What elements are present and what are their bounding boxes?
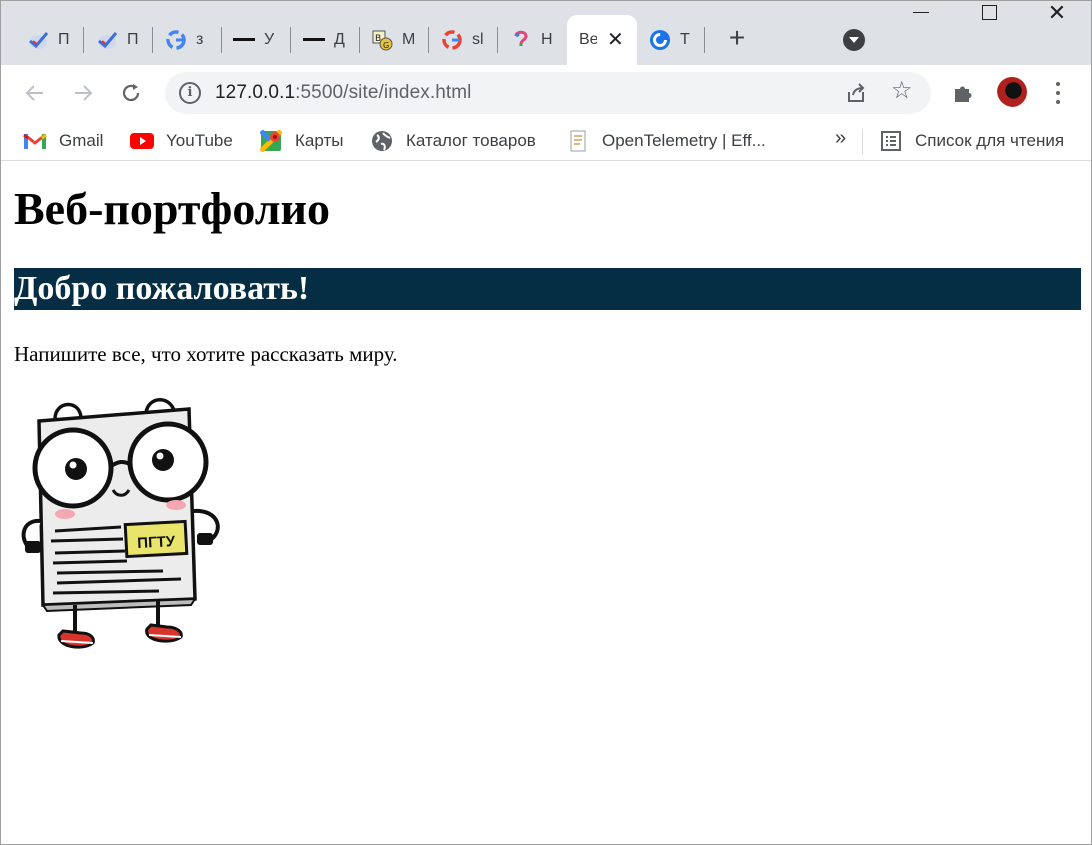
tab-5[interactable]: Д [291, 15, 353, 65]
close-icon: ✕ [1047, 0, 1067, 25]
bookmarks-separator [862, 129, 863, 155]
tab-title: Д [334, 31, 345, 48]
minimize-icon [913, 11, 929, 13]
tab-8[interactable]: Н [498, 15, 560, 65]
svg-text:G: G [383, 41, 389, 50]
checkmark-icon [27, 29, 49, 51]
bookmark-label: Карты [295, 131, 344, 150]
tab-separator [704, 27, 705, 53]
page-title: Веб-портфолио [14, 183, 331, 234]
maximize-icon [981, 4, 997, 20]
page-icon [566, 129, 590, 153]
c-logo-icon [649, 29, 671, 51]
tab-3[interactable]: з [153, 15, 215, 65]
dictionary-icon: BG [371, 29, 393, 51]
browser-window: П П з У Д B G М sl Н Ве ✕ Т + ✕ i 127.0.… [0, 0, 1092, 845]
welcome-banner: Добро пожаловать! [14, 268, 1081, 310]
youtube-icon [130, 129, 154, 153]
bookmark-star-icon[interactable]: ☆ [891, 79, 913, 103]
tab-1[interactable]: П [15, 15, 77, 65]
tab-active[interactable]: Ве ✕ [567, 15, 637, 65]
tab-title: Т [680, 31, 690, 48]
tab-4[interactable]: У [221, 15, 283, 65]
bookmark-label: Gmail [59, 131, 104, 150]
extensions-puzzle-icon[interactable] [951, 81, 975, 105]
gmail-icon [23, 129, 47, 153]
dash-icon [233, 29, 255, 51]
forward-button[interactable] [67, 77, 99, 109]
address-bar[interactable]: i 127.0.0.1:5500/site/index.html ☆ [165, 72, 931, 114]
bookmark-gmail[interactable]: Gmail [23, 129, 103, 153]
new-tab-button[interactable]: + [723, 24, 751, 53]
more-bookmarks-button[interactable]: » [835, 127, 846, 150]
site-info-icon[interactable]: i [179, 82, 201, 104]
close-tab-icon[interactable]: ✕ [607, 30, 624, 50]
mascot-badge-text: ПГТУ [137, 533, 176, 552]
forward-arrow-icon [75, 85, 93, 101]
close-window-button[interactable]: ✕ [1025, 1, 1089, 47]
globe-icon [370, 129, 394, 153]
reload-icon [122, 84, 140, 102]
bookmark-label: OpenTelemetry | Eff... [602, 131, 766, 150]
bookmarks-bar: Gmail YouTube Карты Каталог товаров Open… [1, 121, 1091, 161]
tab-title: з [196, 31, 204, 48]
back-arrow-icon [25, 85, 43, 101]
tab-strip: П П з У Д B G М sl Н Ве ✕ Т + ✕ [1, 1, 1091, 65]
back-button[interactable] [19, 77, 51, 109]
tab-search-icon[interactable] [843, 29, 865, 51]
bookmark-youtube[interactable]: YouTube [130, 129, 233, 153]
url-text[interactable]: 127.0.0.1:5500/site/index.html [215, 82, 472, 104]
checkmark-icon [96, 29, 118, 51]
browser-toolbar: i 127.0.0.1:5500/site/index.html ☆ [1, 65, 1091, 121]
bookmark-label: Каталог товаров [406, 131, 536, 150]
reading-list-button[interactable]: Список для чтения [879, 129, 1064, 153]
tab-title: Н [541, 31, 553, 48]
tab-2[interactable]: П [84, 15, 146, 65]
bookmark-opentelemetry[interactable]: OpenTelemetry | Eff... [566, 129, 766, 153]
question-icon [510, 29, 532, 51]
tab-title: П [58, 31, 70, 48]
minimize-button[interactable] [889, 1, 953, 47]
tab-title: П [127, 31, 139, 48]
tab-title: sl [472, 31, 484, 48]
bookmark-maps[interactable]: Карты [259, 129, 343, 153]
intro-paragraph: Напишите все, что хотите рассказать миру… [14, 342, 398, 366]
google-icon [165, 29, 187, 51]
menu-kebab-icon[interactable] [1051, 79, 1065, 107]
mascot-image: ПГТУ [21, 398, 220, 649]
tab-title: У [264, 31, 275, 48]
maps-icon [259, 129, 283, 153]
google-icon [441, 29, 463, 51]
page-content: Веб-портфолио Добро пожаловать! Напишите… [1, 169, 1091, 844]
bookmark-label: YouTube [166, 131, 233, 150]
tab-6[interactable]: BG М [359, 15, 421, 65]
tab-title: Ве [579, 31, 597, 48]
reload-button[interactable] [115, 77, 147, 109]
tab-10[interactable]: Т [637, 15, 703, 65]
bookmark-catalog[interactable]: Каталог товаров [370, 129, 536, 153]
tab-7[interactable]: sl [429, 15, 491, 65]
share-icon[interactable] [845, 82, 867, 104]
profile-avatar[interactable] [997, 77, 1027, 107]
tab-title: М [402, 31, 416, 48]
reading-list-label: Список для чтения [915, 131, 1065, 150]
reading-list-icon [879, 129, 903, 153]
dash-icon [303, 29, 325, 51]
maximize-button[interactable] [957, 1, 1021, 47]
